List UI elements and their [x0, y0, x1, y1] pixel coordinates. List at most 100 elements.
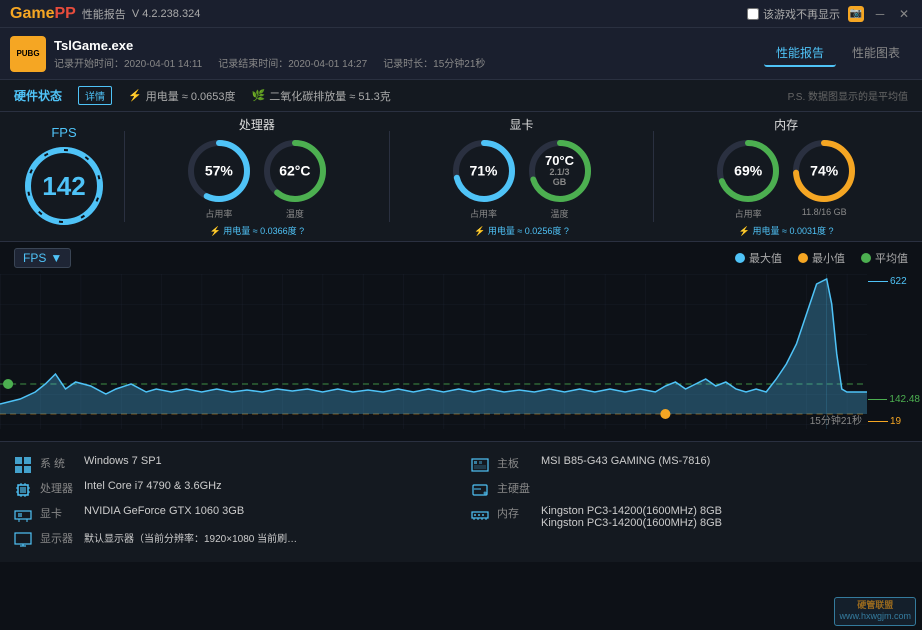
sys-gpu-row: 显卡 NVIDIA GeForce GTX 1060 3GB — [14, 502, 451, 527]
disk-label: 主硬盘 — [497, 480, 533, 496]
legend-avg: 平均值 — [861, 250, 908, 266]
processor-temp-wrap: 62°C 温度 — [261, 137, 329, 220]
processor-usage-circle: 57% — [185, 137, 253, 205]
processor-usage-wrap: 57% 占用率 — [185, 137, 253, 220]
tab-performance-chart[interactable]: 性能图表 — [840, 40, 912, 67]
app-subtitle: 性能报告 — [82, 6, 126, 22]
board-value: MSI B85-G43 GAMING (MS-7816) — [541, 455, 908, 467]
sys-board-row: 主板 MSI B85-G43 GAMING (MS-7816) — [471, 452, 908, 477]
no-show-checkbox[interactable]: 该游戏不再显示 — [747, 6, 840, 22]
tab-performance-report[interactable]: 性能报告 — [764, 40, 836, 67]
chart-svg — [0, 274, 867, 429]
gpu-group: 显卡 71% 占用率 — [400, 116, 644, 237]
legend-max-label: 最大值 — [749, 250, 782, 266]
memory-usage-circle: 69% — [714, 137, 782, 205]
processor-energy: ⚡ 用电量 ≈ 0.0366度 ? — [209, 224, 304, 237]
memory-title: 内存 — [774, 116, 798, 133]
processor-usage-value: 57% — [205, 163, 233, 178]
chart-max-label: 622 — [890, 276, 907, 287]
sys-os-row: 系 统 Windows 7 SP1 — [14, 452, 451, 477]
game-bar: PUBG TslGame.exe 记录开始时间：2020-04-01 14:11… — [0, 28, 922, 80]
chart-avg-label: 142.48 — [889, 394, 920, 405]
gpu-usage-label: 占用率 — [470, 207, 497, 220]
sys-cpu-row: 处理器 Intel Core i7 4790 & 3.6GHz — [14, 477, 451, 502]
hw-detail-button[interactable]: 详情 — [78, 86, 112, 105]
chart-area: FPS ▼ 最大值 最小值 平均值 — [0, 242, 922, 442]
memory-total-circle: 74% — [790, 137, 858, 205]
os-label: 系 统 — [40, 455, 76, 471]
metrics-row: FPS 142 处理器 — [0, 112, 922, 242]
watermark: 硬管联盟 www.hxwgjm.com — [834, 597, 916, 626]
memory-usage-label: 占用率 — [735, 207, 762, 220]
gpu-title: 显卡 — [510, 116, 534, 133]
sys-right-col: 主板 MSI B85-G43 GAMING (MS-7816) 主硬盘 — [471, 452, 908, 552]
chart-selector[interactable]: FPS ▼ — [14, 248, 71, 268]
gpu-circles: 71% 占用率 70°C 2.1/3 GB 温度 — [450, 137, 594, 220]
cpu-label: 处理器 — [40, 480, 76, 496]
memory-total-wrap: 74% 11.8/16 GB — [790, 137, 858, 220]
board-label: 主板 — [497, 455, 533, 471]
window-controls: 该游戏不再显示 📷 ─ ✕ — [747, 6, 912, 22]
fps-label: FPS — [51, 125, 76, 140]
memory-usage-value: 69% — [734, 163, 762, 178]
legend-avg-dot — [861, 253, 871, 263]
close-button[interactable]: ✕ — [896, 6, 912, 22]
ram-value: Kingston PC3-14200(1600MHz) 8GB Kingston… — [541, 505, 908, 529]
hw-power: ⚡ 用电量 ≈ 0.0653度 — [128, 88, 236, 104]
screenshot-icon[interactable]: 📷 — [848, 6, 864, 22]
memory-total-value: 74% — [810, 163, 838, 178]
chart-time-label: 15分钟21秒 — [810, 412, 862, 427]
start-time: 记录开始时间：2020-04-01 14:11 — [54, 55, 202, 70]
gpu-temp-label: 温度 — [550, 207, 568, 220]
cpu-value: Intel Core i7 4790 & 3.6GHz — [84, 480, 451, 492]
game-name: TslGame.exe — [54, 38, 485, 53]
fps-gauge: FPS 142 — [14, 125, 114, 228]
legend-max: 最大值 — [735, 250, 782, 266]
chart-min-label: 19 — [890, 416, 901, 427]
os-icon — [14, 456, 32, 474]
ram-icon — [471, 506, 489, 524]
chart-labels: 622 142.48 19 — [868, 274, 920, 429]
no-show-input[interactable] — [747, 8, 759, 20]
os-value: Windows 7 SP1 — [84, 455, 451, 467]
memory-energy: ⚡ 用电量 ≈ 0.0031度 ? — [739, 224, 834, 237]
legend-max-dot — [735, 253, 745, 263]
gpu-temp-wrap: 70°C 2.1/3 GB 温度 — [526, 137, 594, 220]
memory-total-label: 11.8/16 GB — [802, 207, 847, 217]
game-icon: PUBG — [10, 36, 46, 72]
sys-ram-row: 内存 Kingston PC3-14200(1600MHz) 8GB Kings… — [471, 502, 908, 532]
chart-header: FPS ▼ 最大值 最小值 平均值 — [0, 242, 922, 274]
title-bar: GamePP 性能报告 V 4.2.238.324 该游戏不再显示 📷 ─ ✕ — [0, 0, 922, 28]
gpu-icon — [14, 506, 32, 524]
memory-circles: 69% 占用率 74% 11.8/16 GB — [714, 137, 858, 220]
logo: GamePP — [10, 5, 76, 23]
memory-usage-wrap: 69% 占用率 — [714, 137, 782, 220]
gpu-value: NVIDIA GeForce GTX 1060 3GB — [84, 505, 451, 517]
cpu-icon — [14, 481, 32, 499]
monitor-icon — [14, 531, 32, 549]
gpu-temp-value: 70°C 2.1/3 GB — [543, 154, 577, 188]
game-tabs: 性能报告 性能图表 — [764, 40, 912, 67]
monitor-value: 默认显示器（当前分辨率：1920×1080 当前刷新率：1+ — [84, 530, 304, 545]
hw-ps: P.S. 数据图显示的是平均值 — [788, 88, 908, 103]
fps-value: 142 — [42, 173, 85, 199]
ram-label: 内存 — [497, 505, 533, 521]
processor-circles: 57% 占用率 62°C 温度 — [185, 137, 329, 220]
processor-group: 处理器 57% 占用率 — [135, 116, 379, 237]
board-icon — [471, 456, 489, 474]
legend-avg-label: 平均值 — [875, 250, 908, 266]
disk-icon — [471, 481, 489, 499]
legend-min-label: 最小值 — [812, 250, 845, 266]
sys-monitor-row: 显示器 默认显示器（当前分辨率：1920×1080 当前刷新率：1+ — [14, 527, 451, 552]
legend-min-dot — [798, 253, 808, 263]
duration: 记录时长：15分钟21秒 — [383, 55, 485, 70]
sys-disk-row: 主硬盘 — [471, 477, 908, 502]
gpu-temp-circle: 70°C 2.1/3 GB — [526, 137, 594, 205]
minimize-button[interactable]: ─ — [872, 6, 888, 22]
monitor-label: 显示器 — [40, 530, 76, 546]
processor-usage-label: 占用率 — [205, 207, 232, 220]
hw-title: 硬件状态 — [14, 87, 62, 104]
gpu-label: 显卡 — [40, 505, 76, 521]
gpu-usage-wrap: 71% 占用率 — [450, 137, 518, 220]
processor-title: 处理器 — [239, 116, 275, 133]
